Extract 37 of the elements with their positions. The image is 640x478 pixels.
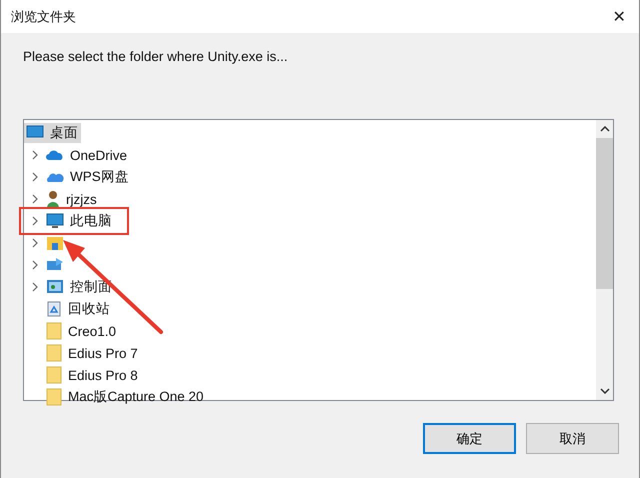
monitor-icon [46,213,64,229]
tree-item[interactable]: 桌面 [24,123,81,143]
chevron-icon[interactable] [31,260,39,270]
chevron-icon[interactable] [31,194,39,204]
chevron-icon[interactable] [31,150,39,160]
tree-item[interactable]: Edius Pro 8 [44,365,141,385]
cloud-icon [46,149,64,161]
tree-item[interactable]: Mac版Capture One 20 [44,387,207,407]
tree-item[interactable]: OneDrive [44,145,130,165]
chevron-icon[interactable] [31,172,39,182]
network-icon [46,257,64,273]
tree-item[interactable]: Creo1.0 [44,321,120,341]
chevron-icon[interactable] [31,238,39,248]
recycle-bin-icon [46,301,62,317]
window-title: 浏览文件夹 [11,8,76,26]
folder-icon [46,388,62,406]
tree-item[interactable]: Edius Pro 7 [44,343,141,363]
folder-icon [46,322,62,340]
tree-item[interactable]: 回收站 [44,299,113,319]
library-icon [46,235,64,251]
scroll-down-icon[interactable] [600,388,610,394]
scrollbar[interactable] [596,120,613,400]
folder-icon [46,344,62,362]
chevron-icon[interactable] [31,216,39,226]
dialog-button[interactable]: 确定 [423,423,516,454]
tree-item[interactable]: rjzjzs [44,189,100,209]
control-panel-icon [46,279,64,295]
chevron-icon[interactable] [31,282,39,292]
user-icon [46,190,60,208]
prompt-text: Please select the folder where Unity.exe is... [23,49,289,66]
tree-item[interactable]: 此电脑 [44,211,115,231]
scroll-up-icon[interactable] [600,126,610,132]
tree-item[interactable]: WPS网盘 [44,167,132,187]
dialog-button[interactable]: 取消 [526,423,619,454]
close-button[interactable]: ✕ [599,0,639,33]
folder-icon [46,366,62,384]
cloud-icon [46,171,64,183]
